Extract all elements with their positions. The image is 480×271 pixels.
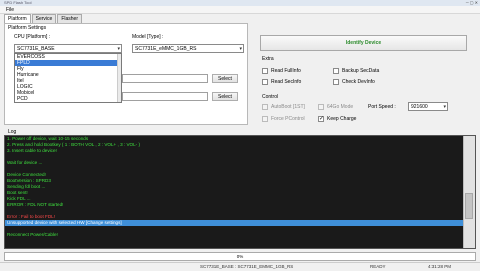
identify-device-button[interactable]: Identify Device: [260, 35, 467, 51]
status-bar: SC7731E_BASE : SC7731E_EMMC_1GB_RS READY…: [0, 262, 480, 270]
force-pcontrol-checkbox[interactable]: [262, 116, 268, 122]
model-label: Model [Type] :: [132, 34, 164, 40]
menu-bar: File: [0, 6, 480, 14]
chevron-down-icon: ▾: [443, 104, 446, 110]
force-pcontrol-label: Force PControl: [271, 116, 305, 122]
read-fullinfo-checkbox[interactable]: [262, 68, 268, 74]
dropdown-item[interactable]: PCD: [15, 96, 121, 102]
menu-file[interactable]: File: [6, 7, 14, 13]
backup-secdata-checkbox[interactable]: [333, 68, 339, 74]
64go-mode-checkbox[interactable]: [318, 104, 324, 110]
progress-bar: 0%: [4, 252, 476, 261]
brand-dropdown-list[interactable]: EVERCOSS FPLD Fly Hurricane Itel LOGIC M…: [14, 53, 122, 103]
tab-strip: Platform Service Flasher: [4, 14, 83, 24]
read-secinfo-label: Read SecInfo: [271, 79, 302, 85]
chevron-down-icon: ▾: [117, 46, 120, 52]
64go-mode-label: 64Go Mode: [327, 104, 354, 110]
log-lines: 1. Power off device, wait 10-15 seconds 2…: [5, 136, 463, 238]
model-select-value: SC7731E_eMMC_1GB_RS: [135, 46, 197, 52]
check-devinfo-checkbox[interactable]: [333, 79, 339, 85]
read-fullinfo-label: Read FullInfo: [271, 68, 301, 74]
window-title: SPD Flash Tool: [4, 0, 32, 5]
extra-title: Extra: [262, 56, 274, 62]
platform-settings-title: Platform Settings: [8, 25, 47, 31]
backup-secdata-label: Backup SecData: [342, 68, 380, 74]
dropdown-scrollbar[interactable]: [117, 54, 121, 102]
log-line: Reconnect Power/Cable!: [7, 232, 58, 237]
keep-charge-checkbox[interactable]: [318, 115, 324, 122]
select-button-2[interactable]: Select: [212, 92, 238, 101]
model-select[interactable]: SC7731E_eMMC_1GB_RS ▾: [132, 44, 244, 53]
port-speed-label: Port Speed :: [368, 104, 396, 110]
keep-charge-label: Keep Charge: [327, 116, 357, 122]
file-path-field-1[interactable]: [122, 74, 208, 83]
autoboot-checkbox[interactable]: [262, 104, 268, 110]
read-secinfo-checkbox[interactable]: [262, 79, 268, 85]
cpu-label: CPU [Platform] :: [14, 34, 51, 40]
port-speed-select[interactable]: 921600 ▾: [408, 102, 448, 111]
log-scrollbar[interactable]: [463, 136, 475, 248]
file-path-field-2[interactable]: [122, 92, 208, 101]
control-title: Control: [262, 94, 279, 100]
port-speed-value: 921600: [411, 104, 428, 110]
chevron-down-icon: ▾: [239, 46, 242, 52]
select-button-1[interactable]: Select: [212, 74, 238, 83]
log-scrollbar-thumb[interactable]: [465, 193, 473, 219]
tab-flasher[interactable]: Flasher: [57, 14, 82, 23]
log-console[interactable]: 1. Power off device, wait 10-15 seconds 2…: [4, 135, 476, 249]
cpu-select-value: SC7731E_BASE: [17, 46, 55, 52]
tab-service[interactable]: Service: [31, 14, 57, 23]
autoboot-label: AutoBoot [1ST]: [271, 104, 305, 110]
cpu-select[interactable]: SC7731E_BASE ▾: [14, 44, 122, 53]
check-devinfo-label: Check DevInfo: [342, 79, 375, 85]
